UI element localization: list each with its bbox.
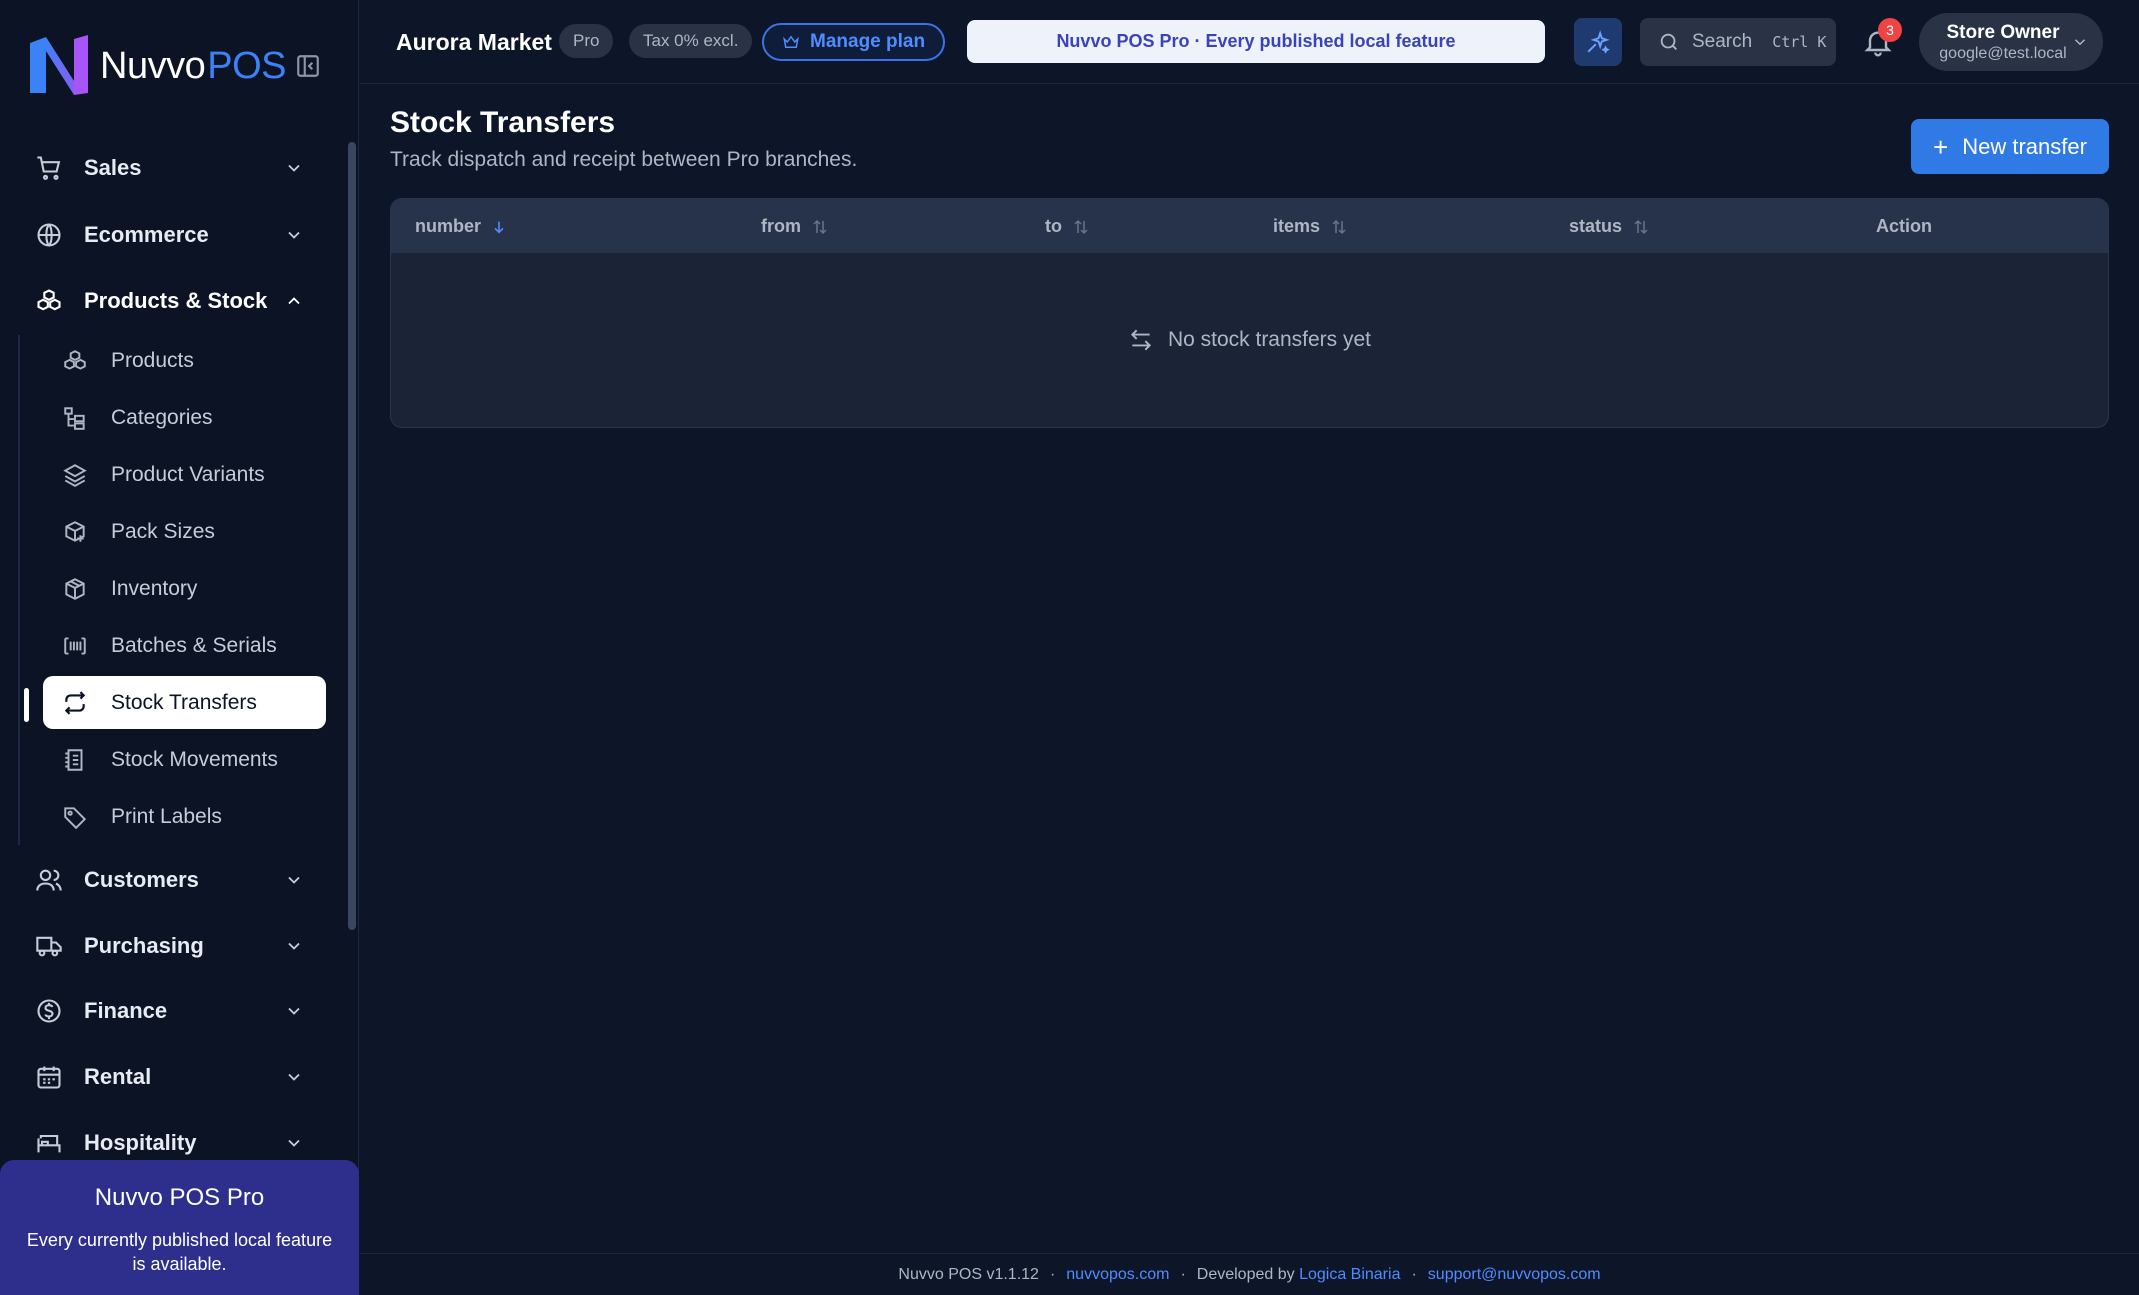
sidebar-item-stock-movements[interactable]: Stock Movements [43,733,326,786]
chevron-down-icon [288,164,300,172]
developed-by-label: Developed by [1196,1265,1295,1283]
sidebar-item-pack-sizes[interactable]: Pack Sizes [43,505,326,558]
sidebar-item-product-variants[interactable]: Product Variants [43,448,326,501]
search-icon [1660,33,1677,50]
chevron-down-icon [288,231,300,239]
cart-icon [37,156,61,180]
pro-plan-promo: Nuvvo POS Pro Every currently published … [0,1160,359,1295]
website-link[interactable]: nuvvopos.com [1066,1266,1169,1284]
search-button[interactable]: Search Ctrl K [1640,18,1836,66]
manage-plan-button[interactable]: Manage plan [762,23,946,61]
chevron-down-icon [288,1007,300,1015]
brand-logo[interactable]: NuvvoPOS [26,32,286,100]
boxes-icon [37,289,61,311]
empty-state-text: No stock transfers yet [1167,328,1372,351]
sort-icon [1074,219,1088,234]
page-subtitle: Track dispatch and receipt between Pro b… [390,148,858,171]
search-shortcut: Ctrl K [1772,33,1827,51]
store-name[interactable]: Aurora Market [396,29,552,56]
tax-badge: Tax 0% excl. [629,24,753,58]
ai-assistant-button[interactable] [1574,18,1622,66]
stock-transfers-table: number from to items status Action No st… [390,198,2109,428]
nuvvo-logo-icon [30,35,88,95]
promo-title: Nuvvo POS Pro [94,1184,265,1211]
bed-icon [37,1134,61,1153]
sidebar-item-products[interactable]: Products [43,334,326,387]
crown-icon [783,35,799,48]
column-header-number[interactable]: number [415,216,507,237]
calendar-icon [37,1066,61,1089]
ledger-icon [65,748,83,771]
chevron-down-icon [2074,39,2086,46]
truck-icon [36,936,62,957]
package-icon [65,577,85,600]
column-header-action: Action [1876,216,1932,236]
sidebar-group-purchasing[interactable]: Purchasing [18,920,324,972]
sidebar-group-sales[interactable]: Sales [18,142,324,194]
sidebar-group-rental[interactable]: Rental [18,1051,324,1103]
sparkles-icon [1587,30,1610,54]
column-header-items[interactable]: items [1273,216,1348,237]
sidebar: NuvvoPOS Sales Ecommerce Products & Stoc… [0,0,359,1295]
globe-icon [37,223,61,247]
chevron-down-icon [288,942,300,950]
barcode-icon [64,636,86,655]
brand-name-accent: POS [207,44,286,87]
repeat-icon [64,690,86,715]
hierarchy-icon [64,406,85,430]
brand-name: Nuvvo [100,44,206,87]
users-icon [36,869,62,891]
dollar-icon [37,999,61,1023]
sidebar-toggle-icon [297,55,319,77]
table-header: number from to items status Action [391,199,2108,253]
user-name: Store Owner [1946,22,2060,43]
sidebar-item-print-labels[interactable]: Print Labels [43,790,326,843]
empty-state: No stock transfers yet [391,327,2108,353]
user-menu-button[interactable]: Store Owner google@test.local [1919,13,2103,71]
tag-icon [64,806,87,829]
sidebar-group-ecommerce[interactable]: Ecommerce [18,209,324,261]
promo-description: Every currently published local feature … [26,1230,333,1274]
sidebar-item-inventory[interactable]: Inventory [43,562,326,615]
new-transfer-button[interactable]: + New transfer [1911,119,2109,174]
app-version: Nuvvo POS v1.1.12 [898,1265,1039,1283]
sidebar-scrollbar[interactable] [348,142,356,930]
chevron-down-icon [288,1139,300,1147]
footer: Nuvvo POS v1.1.12 · nuvvopos.com · Devel… [360,1253,2139,1295]
sidebar-group-products-stock[interactable]: Products & Stock [18,275,324,327]
support-email-link[interactable]: support@nuvvopos.com [1428,1266,1601,1284]
user-email: google@test.local [1939,45,2067,62]
pro-banner: Nuvvo POS Pro · Every published local fe… [967,20,1545,63]
sort-icon [813,219,827,234]
plus-icon: + [1933,131,1949,162]
developer-link[interactable]: Logica Binaria [1299,1266,1400,1284]
top-bar: Aurora Market Pro Tax 0% excl. Manage pl… [360,0,2139,84]
page-title: Stock Transfers [390,106,616,139]
column-header-to[interactable]: to [1045,216,1090,237]
column-header-from[interactable]: from [761,216,829,237]
chevron-down-icon [288,876,300,884]
sidebar-group-finance[interactable]: Finance [18,985,324,1037]
package-plus-icon [65,520,85,542]
sort-icon [1332,219,1346,234]
sidebar-item-categories[interactable]: Categories [43,391,326,444]
arrows-left-right-icon [1130,329,1151,351]
sort-icon [1634,219,1648,234]
layers-icon [63,463,87,487]
chevron-up-icon [288,297,300,305]
column-header-status[interactable]: status [1569,216,1650,237]
sidebar-item-stock-transfers[interactable]: Stock Transfers [43,676,326,729]
sidebar-group-customers[interactable]: Customers [18,854,324,906]
sort-desc-icon [494,221,504,233]
submenu-guide-line [18,335,20,845]
plan-badge: Pro [559,24,614,58]
sidebar-collapse-button[interactable] [294,52,322,80]
boxes-icon [64,349,86,370]
notification-count-badge: 3 [1878,18,1902,42]
sidebar-item-batches-serials[interactable]: Batches & Serials [43,619,326,672]
chevron-down-icon [288,1073,300,1081]
active-item-indicator [24,688,29,722]
